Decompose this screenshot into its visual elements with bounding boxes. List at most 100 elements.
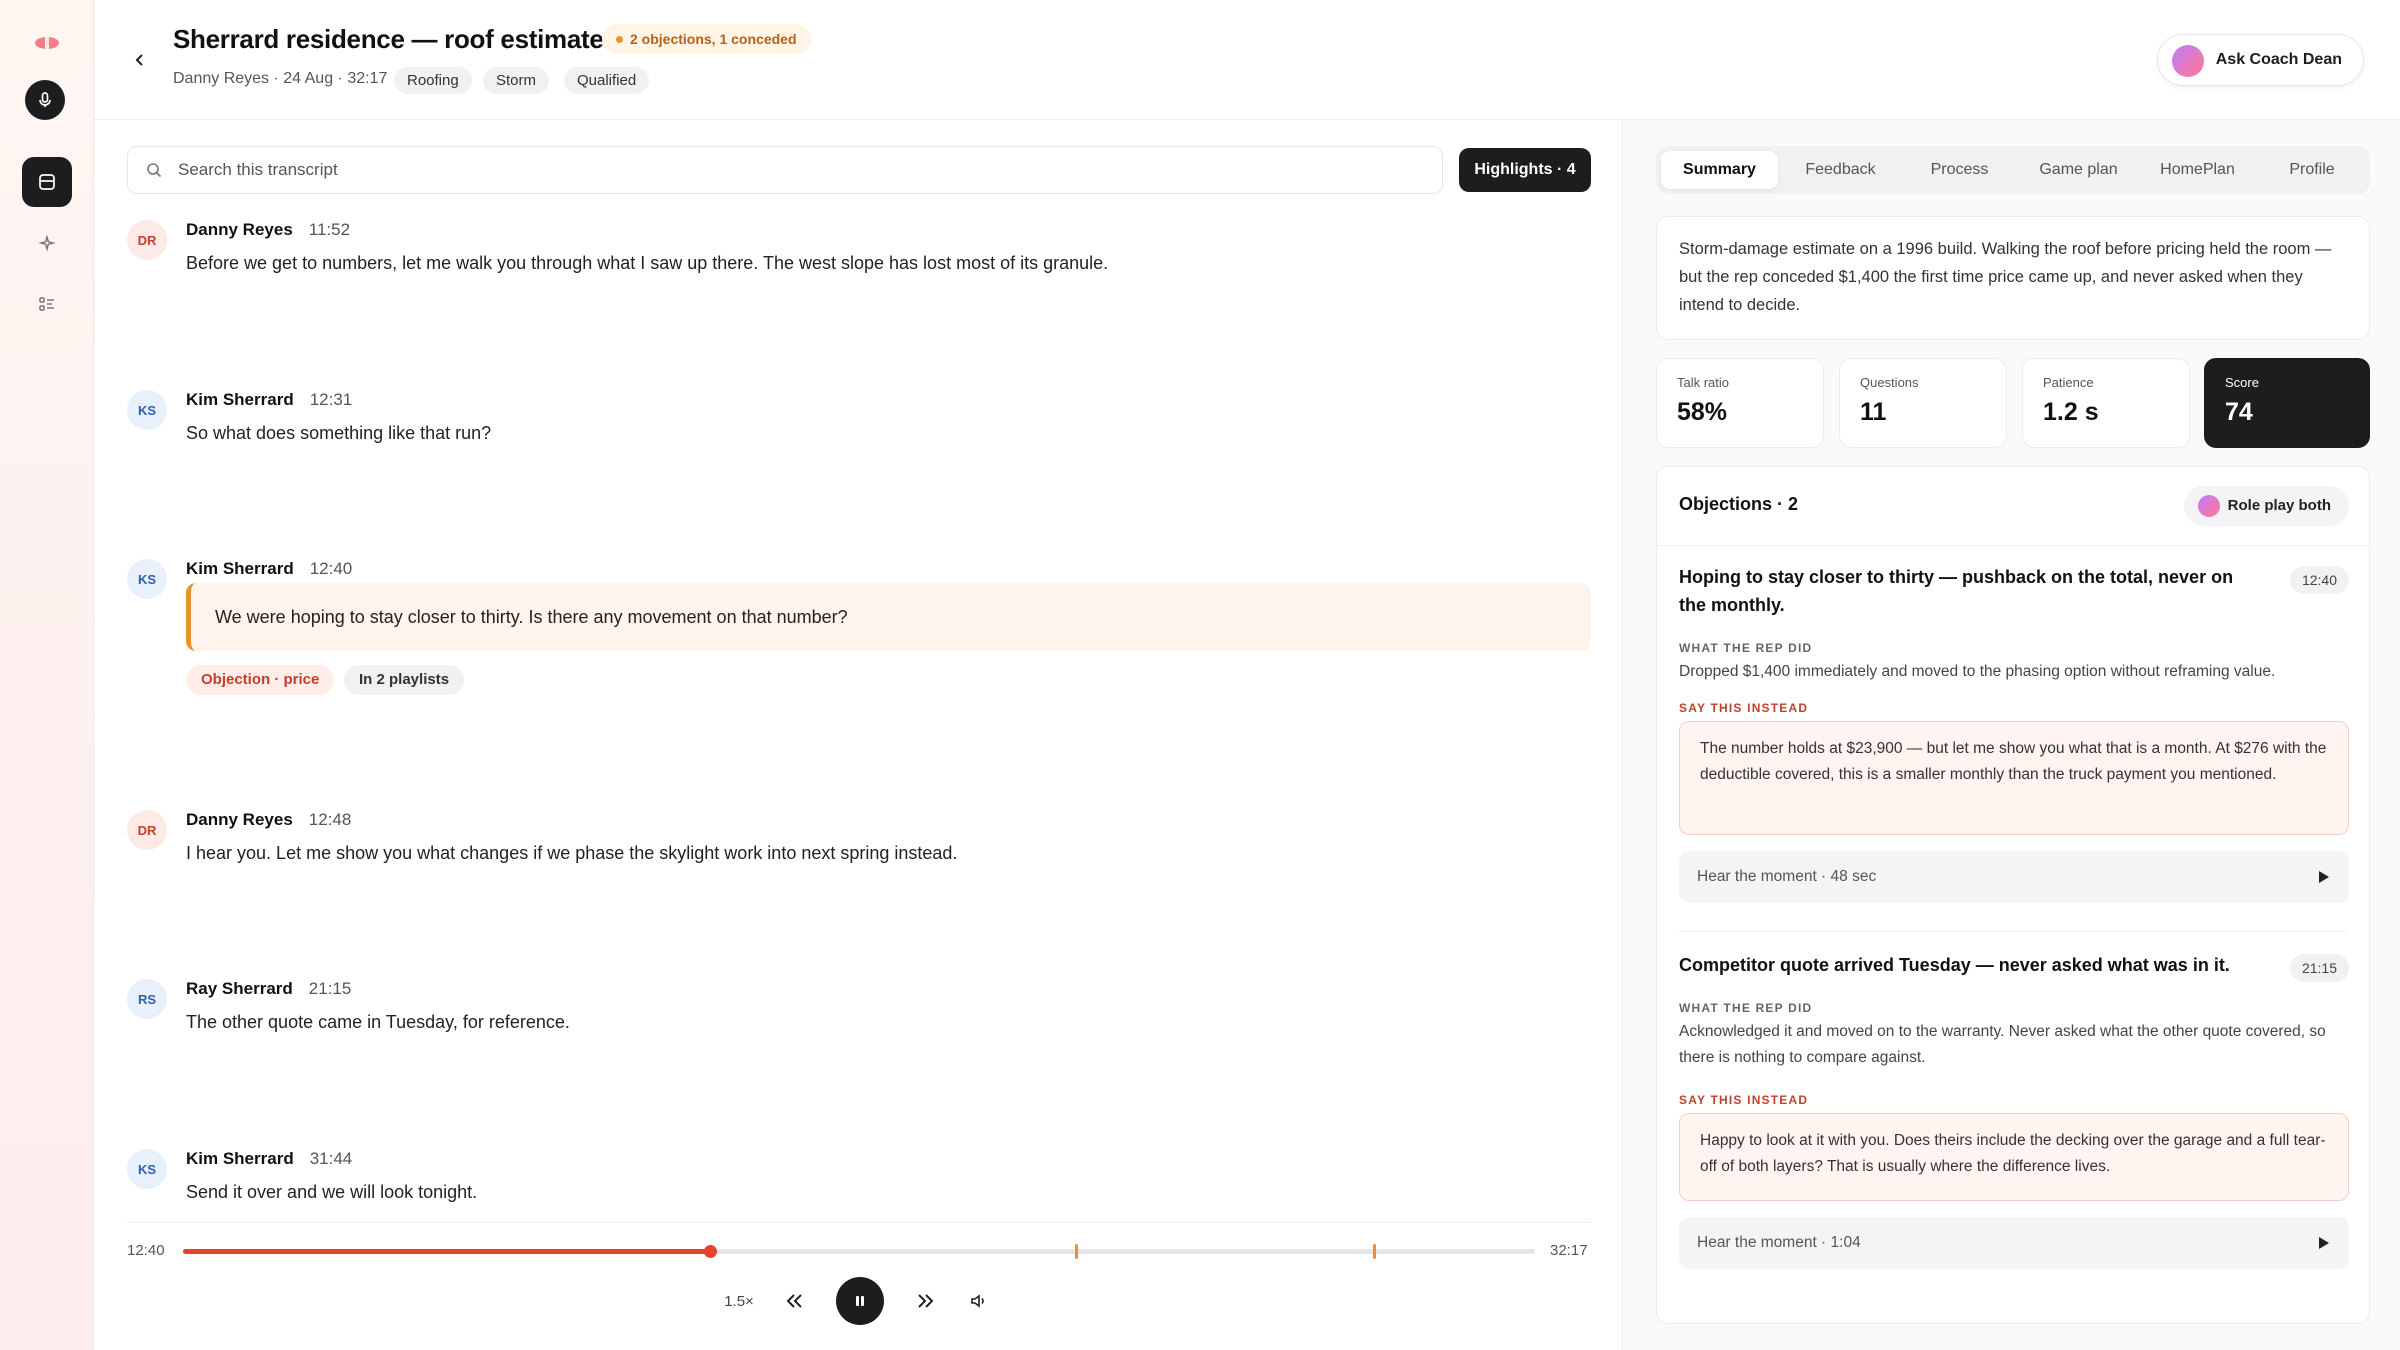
divider: [1657, 545, 2369, 546]
stat-label: Patience: [2043, 375, 2094, 390]
nav-checklist[interactable]: [22, 279, 72, 329]
speaker-avatar: KS: [127, 390, 167, 430]
message-time[interactable]: 21:15: [309, 979, 352, 998]
summary-card: Storm-damage estimate on a 1996 build. W…: [1656, 216, 2370, 340]
playlists-chip[interactable]: In 2 playlists: [344, 665, 465, 695]
objections-title: Objections · 2: [1679, 494, 1799, 514]
speaker-name: Ray Sherrard: [186, 979, 293, 998]
speaker-avatar: DR: [127, 220, 167, 260]
message-text: The other quote came in Tuesday, for ref…: [186, 1012, 570, 1032]
message-time[interactable]: 11:52: [309, 220, 350, 239]
stat-value: 11: [1860, 398, 1887, 426]
message-text: Before we get to numbers, let me walk yo…: [186, 253, 1109, 273]
rep-did-text: Acknowledged it and moved on to the warr…: [1679, 1023, 2326, 1066]
stat-patience: Patience 1.2 s: [2022, 358, 2190, 448]
scrubber-handle[interactable]: [704, 1245, 718, 1258]
objection-item: Hoping to stay closer to thirty — pushba…: [1679, 563, 2349, 903]
rep-did-text: Dropped $1,400 immediately and moved to …: [1679, 663, 2276, 680]
playback-speed-button[interactable]: 1.5×: [722, 1277, 756, 1325]
highlighted-quote[interactable]: We were hoping to stay closer to thirty.…: [186, 583, 1591, 651]
hear-moment-button[interactable]: Hear the moment · 48 sec: [1679, 851, 2349, 903]
message-text: Send it over and we will look tonight.: [186, 1182, 478, 1202]
tab-feedback[interactable]: Feedback: [1784, 151, 1897, 189]
speaker-name: Danny Reyes: [186, 220, 293, 239]
chevron-left-icon: [135, 54, 143, 66]
speaker-name: Kim Sherrard: [186, 1149, 294, 1168]
objection-item: Competitor quote arrived Tuesday — never…: [1679, 951, 2349, 1281]
message-time[interactable]: 12:31: [310, 390, 353, 409]
page-header: Sherrard residence — roof estimate 2 obj…: [94, 0, 2400, 120]
message-text: I hear you. Let me show you what changes…: [186, 843, 958, 863]
tab-summary[interactable]: Summary: [1661, 151, 1778, 189]
search-input[interactable]: [178, 147, 1418, 193]
role-play-avatar: [2197, 495, 2220, 517]
volume-icon: [971, 1294, 984, 1308]
message-time[interactable]: 12:40: [310, 559, 353, 578]
hear-moment-label: Hear the moment · 1:04: [1697, 1234, 1861, 1251]
record-button[interactable]: [25, 80, 65, 120]
tab-game-plan[interactable]: Game plan: [2022, 151, 2135, 189]
nav-calls[interactable]: [22, 157, 72, 207]
stat-talk-ratio: Talk ratio 58%: [1656, 358, 1824, 448]
speaker-avatar: KS: [127, 559, 167, 599]
objection-price-chip[interactable]: Objection · price: [186, 665, 335, 695]
play-icon: [2319, 871, 2329, 883]
forward-button[interactable]: [908, 1277, 942, 1325]
pause-icon: [856, 1296, 864, 1306]
playback-scrubber[interactable]: [183, 1244, 1535, 1259]
message-time[interactable]: 31:44: [310, 1149, 353, 1168]
tab-homeplan[interactable]: HomePlan: [2141, 151, 2254, 189]
back-button[interactable]: [124, 44, 156, 76]
tag-qualified[interactable]: Qualified: [564, 67, 650, 94]
tag-storm[interactable]: Storm: [483, 67, 550, 94]
stat-value: 1.2 s: [2043, 398, 2099, 426]
speaker-line: Kim Sherrard 31:44: [186, 1149, 352, 1169]
detail-tabs: Summary Feedback Process Game plan HomeP…: [1656, 146, 2370, 194]
rewind-button[interactable]: [778, 1277, 812, 1325]
objection-headline: Hoping to stay closer to thirty — pushba…: [1679, 567, 2234, 615]
tab-profile[interactable]: Profile: [2260, 151, 2364, 189]
divider: [1679, 931, 2347, 932]
highlight-marker[interactable]: [1075, 1244, 1079, 1259]
summary-text: Storm-damage estimate on a 1996 build. W…: [1679, 240, 2332, 314]
call-meta: Danny Reyes · 24 Aug · 32:17: [173, 70, 388, 87]
hear-moment-label: Hear the moment · 48 sec: [1697, 868, 1877, 885]
speaker-line: Kim Sherrard 12:40: [186, 559, 352, 579]
highlight-marker[interactable]: [1372, 1244, 1376, 1259]
nav-insights[interactable]: [22, 218, 72, 268]
stat-value: 74: [2225, 398, 2253, 426]
pause-button[interactable]: [836, 1277, 884, 1325]
hear-moment-button[interactable]: Hear the moment · 1:04: [1679, 1217, 2349, 1269]
speaker-avatar: DR: [127, 810, 167, 850]
role-play-button[interactable]: Role play both: [2183, 486, 2349, 526]
progress-fill: [183, 1249, 711, 1254]
objection-timestamp[interactable]: 12:40: [2289, 566, 2349, 594]
objection-headline: Competitor quote arrived Tuesday — never…: [1679, 955, 2230, 975]
logo-icon: [35, 36, 59, 50]
ask-coach-button[interactable]: Ask Coach Dean: [2156, 34, 2364, 86]
sparkle-icon: [38, 234, 56, 252]
coach-avatar: [2171, 45, 2204, 77]
transcript-search[interactable]: [127, 146, 1443, 194]
stat-value: 58%: [1677, 398, 1728, 426]
rep-did-label: WHAT THE REP DID: [1679, 641, 1813, 655]
tab-process[interactable]: Process: [1903, 151, 2016, 189]
speaker-name: Danny Reyes: [186, 810, 293, 829]
speaker-line: Danny Reyes 11:52: [186, 220, 350, 240]
stat-score: Score 74: [2204, 358, 2370, 448]
volume-button[interactable]: [964, 1277, 994, 1325]
speaker-name: Kim Sherrard: [186, 559, 294, 578]
rep-did-label: WHAT THE REP DID: [1679, 1001, 1813, 1015]
speaker-line: Kim Sherrard 12:31: [186, 390, 352, 410]
say-instead-label: SAY THIS INSTEAD: [1679, 701, 1809, 715]
objection-timestamp[interactable]: 21:15: [2289, 954, 2349, 982]
tag-roofing[interactable]: Roofing: [394, 67, 472, 94]
message-time[interactable]: 12:48: [309, 810, 352, 829]
role-play-label: Role play both: [2227, 497, 2331, 514]
microphone-icon: [39, 92, 51, 107]
total-time: 32:17: [1550, 1242, 1588, 1259]
highlights-button[interactable]: Highlights · 4: [1459, 148, 1591, 192]
objections-card: Objections · 2 Role play both Hoping to …: [1656, 466, 2370, 1324]
say-instead-label: SAY THIS INSTEAD: [1679, 1093, 1809, 1107]
rewind-icon: [786, 1294, 802, 1308]
